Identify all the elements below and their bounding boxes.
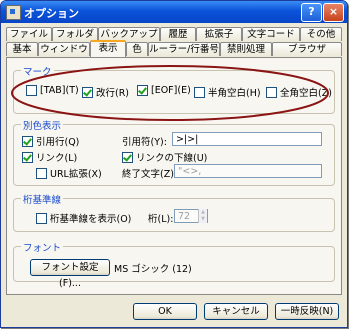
quote-line-checkbox[interactable]: 引用行(Q): [22, 134, 79, 148]
column-label: 桁(L):: [148, 214, 174, 225]
title-bar[interactable]: オプション ? ×: [1, 1, 347, 23]
newline-mark-checkbox[interactable]: 改行(R): [82, 85, 129, 99]
down-arrow-icon[interactable]: ▼: [199, 216, 207, 223]
close-button[interactable]: ×: [323, 3, 344, 22]
quote-mark-input[interactable]: >|>|: [172, 132, 322, 146]
checkbox-label: 全角空白(Z): [280, 88, 332, 99]
font-legend: フォント: [21, 240, 64, 254]
eof-mark-checkbox[interactable]: [EOF](E): [137, 85, 191, 96]
tab-ruler[interactable]: ルーラー/行番号: [148, 42, 220, 56]
window-title: オプション: [24, 7, 79, 20]
column-spinner[interactable]: ▲ ▼: [198, 209, 207, 223]
checkbox-box[interactable]: [22, 151, 33, 163]
ok-button[interactable]: OK: [133, 303, 197, 320]
app-icon: [6, 5, 21, 20]
font-group: フォント フォント設定(F)... MS ゴシック (12): [13, 240, 335, 289]
tab-other[interactable]: その他: [300, 27, 342, 41]
checkbox-box[interactable]: [82, 86, 93, 98]
tab-history[interactable]: 履歴: [160, 27, 196, 41]
checkbox-label: 桁基準線を表示(O): [50, 214, 132, 225]
tab-file[interactable]: ファイル: [6, 27, 52, 41]
mark-legend: マーク: [21, 64, 54, 78]
checkbox-label: リンクの下線(U): [136, 153, 208, 164]
link-checkbox[interactable]: リンク(L): [22, 150, 77, 164]
terminator-label: 終了文字(Z):: [122, 169, 178, 180]
color-display-group: 別色表示 引用行(Q) 引用符(Y): >|>| リンク(L) リンクの下線(U…: [13, 118, 335, 186]
tab-charcode[interactable]: 文字コード: [242, 27, 300, 41]
font-settings-button[interactable]: フォント設定(F)...: [30, 259, 110, 289]
checkbox-label: 半角空白(H): [208, 88, 261, 99]
checkbox-label: URL拡張(X): [50, 169, 102, 180]
tab-folder[interactable]: フォルダ: [52, 27, 98, 41]
checkbox-box[interactable]: [26, 85, 37, 96]
tab-browser[interactable]: ブラウザ: [272, 42, 342, 56]
tab-basic[interactable]: 基本: [6, 42, 38, 56]
color-display-legend: 別色表示: [21, 118, 64, 132]
tab-display[interactable]: 表示: [90, 40, 126, 57]
tab-backup[interactable]: バックアップ: [98, 27, 160, 41]
terminator-input[interactable]: "<>,: [174, 164, 322, 178]
up-arrow-icon[interactable]: ▲: [199, 209, 207, 216]
column-guide-group: 桁基準線 桁基準線を表示(O) 桁(L): 72 ▲ ▼: [13, 192, 335, 232]
checkbox-box[interactable]: [194, 86, 205, 98]
checkbox-box[interactable]: [266, 86, 277, 98]
url-extension-checkbox[interactable]: URL拡張(X): [36, 166, 102, 180]
current-font-label: MS ゴシック (12): [114, 264, 192, 275]
show-column-guide-checkbox[interactable]: 桁基準線を表示(O): [36, 211, 131, 225]
checkbox-box[interactable]: [36, 167, 47, 179]
tab-window[interactable]: ウィンドウ: [38, 42, 90, 56]
display-tab-panel: マーク [TAB](T) 改行(R) [EOF](E) 半角空白(H) 全角空白…: [6, 57, 342, 295]
fullwidth-space-checkbox[interactable]: 全角空白(Z): [266, 85, 332, 99]
column-guide-legend: 桁基準線: [21, 192, 64, 206]
apply-button[interactable]: 一時反映(N): [275, 303, 339, 320]
checkbox-box[interactable]: [137, 85, 148, 96]
quote-mark-label: 引用符(Y):: [122, 137, 167, 148]
checkbox-label: 引用行(Q): [36, 137, 80, 148]
checkbox-box[interactable]: [36, 212, 47, 224]
tab-extension[interactable]: 拡張子: [196, 27, 242, 41]
checkbox-label: リンク(L): [36, 153, 78, 164]
checkbox-box[interactable]: [22, 135, 33, 147]
tab-kinsoku[interactable]: 禁則処理: [220, 42, 272, 56]
tab-mark-checkbox[interactable]: [TAB](T): [26, 85, 79, 96]
cancel-button[interactable]: キャンセル: [204, 303, 268, 320]
link-underline-checkbox[interactable]: リンクの下線(U): [122, 150, 207, 164]
options-dialog: オプション ? × ファイル フォルダ バックアップ 履歴 拡張子 文字コード …: [0, 0, 348, 328]
checkbox-label: 改行(R): [96, 88, 130, 99]
mark-group: マーク [TAB](T) 改行(R) [EOF](E) 半角空白(H) 全角空白…: [13, 64, 335, 114]
halfwidth-space-checkbox[interactable]: 半角空白(H): [194, 85, 261, 99]
help-button[interactable]: ?: [301, 3, 322, 22]
checkbox-box[interactable]: [122, 151, 133, 163]
tab-color[interactable]: 色: [126, 42, 148, 56]
checkbox-label: [TAB](T): [40, 85, 79, 96]
checkbox-label: [EOF](E): [151, 85, 191, 96]
